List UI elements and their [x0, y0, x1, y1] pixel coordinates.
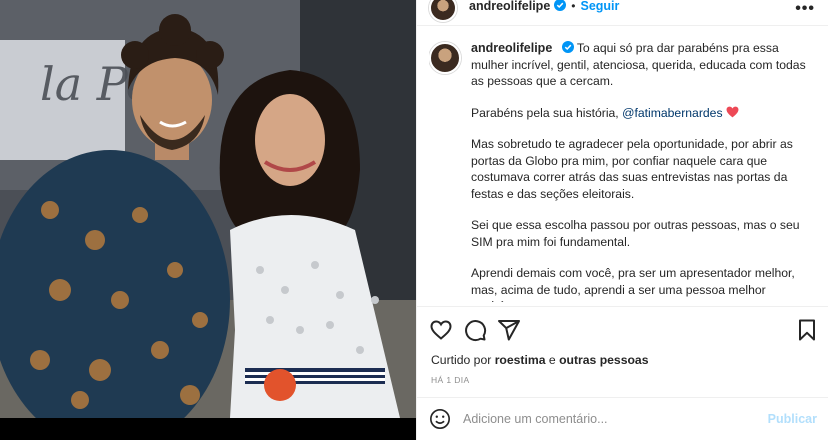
- caption-paragraph-2: Parabéns pela sua história, @fatimaberna…: [471, 105, 816, 122]
- follow-button[interactable]: Seguir: [580, 0, 619, 13]
- post-caption: andreolifelipe To aqui só pra dar parabé…: [429, 40, 819, 302]
- caption-avatar[interactable]: [429, 42, 461, 74]
- caption-username[interactable]: andreolifelipe: [471, 41, 552, 55]
- liked-by-others[interactable]: outras pessoas: [559, 353, 648, 367]
- liked-by-text: Curtido por roestima e outras pessoas: [431, 353, 648, 367]
- heart-emoji-icon: [726, 106, 739, 117]
- caption-paragraph-4: Sei que essa escolha passou por outras p…: [471, 218, 800, 249]
- more-options-icon[interactable]: •••: [795, 0, 815, 18]
- header-separator: •: [571, 0, 576, 13]
- save-bookmark-icon[interactable]: [795, 318, 819, 342]
- comment-bar: Publicar: [417, 398, 828, 440]
- caption-paragraph-5: Aprendi demais com você, pra ser um apre…: [471, 266, 795, 302]
- caption-paragraph-3: Mas sobretudo te agradecer pela oportuni…: [471, 137, 793, 201]
- post-modal: la Pen andreolifelipe • Seguir ••• andre…: [0, 0, 828, 440]
- mention-link[interactable]: @fatimabernardes: [622, 106, 722, 120]
- photo-illustration: la Pen: [0, 0, 416, 418]
- post-photo[interactable]: la Pen: [0, 0, 416, 418]
- emoji-icon[interactable]: [429, 408, 451, 430]
- author-avatar[interactable]: [429, 0, 457, 22]
- share-send-icon[interactable]: [497, 318, 521, 342]
- verified-icon: [554, 0, 567, 11]
- verified-badge: [550, 0, 567, 13]
- verified-icon: [561, 41, 574, 53]
- comment-input[interactable]: [463, 412, 768, 426]
- actions-divider: [417, 306, 828, 307]
- caption-paragraph-1: andreolifelipe To aqui só pra dar parabé…: [471, 40, 816, 90]
- comment-icon[interactable]: [463, 318, 487, 342]
- post-side-panel: andreolifelipe • Seguir ••• andreolifeli…: [416, 0, 828, 440]
- author-username[interactable]: andreolifelipe: [469, 0, 550, 13]
- like-heart-icon[interactable]: [429, 318, 453, 342]
- caption-text: andreolifelipe To aqui só pra dar parabé…: [471, 40, 816, 302]
- post-timestamp[interactable]: HÁ 1 DIA: [431, 375, 470, 385]
- post-header: andreolifelipe • Seguir •••: [417, 0, 828, 26]
- liked-by-user[interactable]: roestima: [495, 353, 546, 367]
- caption-text-2: Parabéns pela sua história,: [471, 105, 623, 120]
- publish-button[interactable]: Publicar: [768, 412, 817, 426]
- action-bar: [429, 318, 819, 342]
- liked-by-middle: e: [545, 353, 560, 367]
- liked-by-prefix: Curtido por: [431, 353, 495, 367]
